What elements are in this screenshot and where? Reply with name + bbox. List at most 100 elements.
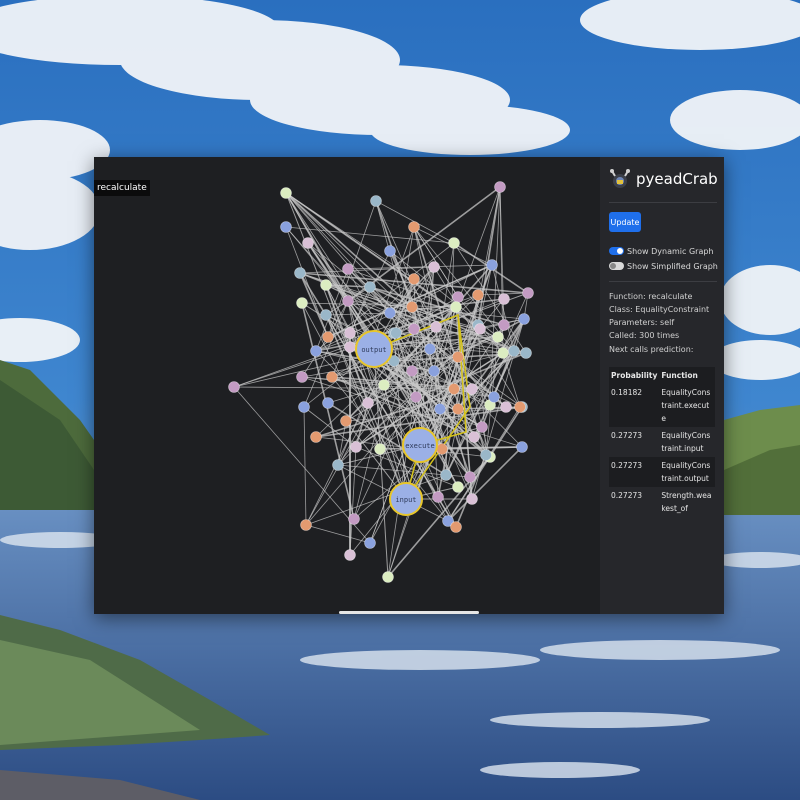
graph-node[interactable] (326, 371, 338, 383)
graph-node[interactable] (408, 273, 420, 285)
graph-node[interactable] (498, 319, 510, 331)
graph-node[interactable] (280, 187, 292, 199)
graph-node[interactable] (450, 521, 462, 533)
app-window: output execute input recalculate pyeadCrab… (94, 157, 724, 614)
graph-node[interactable] (384, 307, 396, 319)
graph-node[interactable] (516, 441, 528, 453)
graph-node[interactable] (390, 327, 402, 339)
graph-node[interactable] (428, 261, 440, 273)
graph-node[interactable] (466, 493, 478, 505)
call-graph-area[interactable]: output execute input recalculate (94, 157, 600, 614)
graph-node[interactable] (322, 331, 334, 343)
toggle-simplified-graph[interactable]: Show Simplified Graph (609, 260, 718, 272)
toggle-switch[interactable] (609, 247, 624, 255)
graph-node[interactable] (476, 421, 488, 433)
row-probability: 0.27273 (609, 427, 660, 457)
graph-edge (305, 524, 371, 544)
graph-node[interactable] (486, 259, 498, 271)
divider (609, 281, 717, 282)
graph-node[interactable] (384, 245, 396, 257)
graph-node[interactable] (480, 449, 492, 461)
graph-node[interactable] (348, 513, 360, 525)
graph-node[interactable] (344, 549, 356, 561)
graph-node[interactable] (342, 263, 354, 275)
graph-node[interactable] (520, 347, 532, 359)
graph-node[interactable] (518, 313, 530, 325)
graph-node[interactable] (522, 287, 534, 299)
graph-node[interactable] (296, 371, 308, 383)
graph-node[interactable] (374, 443, 386, 455)
graph-node[interactable] (466, 383, 478, 395)
graph-node[interactable] (280, 221, 292, 233)
graph-node[interactable] (452, 403, 464, 415)
graph-node[interactable] (320, 279, 332, 291)
graph-node[interactable] (424, 343, 436, 355)
graph-node[interactable] (298, 401, 310, 413)
graph-node[interactable] (406, 365, 418, 377)
graph-node[interactable] (350, 441, 362, 453)
graph-node[interactable] (320, 309, 332, 321)
brand: pyeadCrab (609, 167, 718, 191)
info-parameters: Parameters: self (609, 318, 675, 327)
toggle-switch[interactable] (609, 262, 624, 270)
graph-node[interactable] (362, 397, 374, 409)
graph-node[interactable] (370, 195, 382, 207)
graph-node[interactable] (322, 397, 334, 409)
graph-node[interactable] (498, 293, 510, 305)
toggle-dynamic-graph[interactable]: Show Dynamic Graph (609, 245, 714, 257)
graph-node[interactable] (364, 281, 376, 293)
graph-node[interactable] (344, 341, 356, 353)
graph-node[interactable] (432, 491, 444, 503)
info-class: Class: EqualityConstraint (609, 305, 710, 314)
graph-node[interactable] (450, 301, 462, 313)
graph-node[interactable] (448, 237, 460, 249)
graph-node[interactable] (382, 571, 394, 583)
graph-node[interactable] (300, 519, 312, 531)
table-row: 0.27273 EqualityConstraint.input (609, 427, 715, 457)
graph-node[interactable] (452, 481, 464, 493)
graph-node[interactable] (228, 381, 240, 393)
graph-node[interactable] (332, 459, 344, 471)
brand-title: pyeadCrab (636, 170, 718, 188)
graph-node[interactable] (440, 469, 452, 481)
graph-node[interactable] (310, 345, 322, 357)
graph-node[interactable] (514, 401, 526, 413)
graph-node[interactable] (406, 301, 418, 313)
graph-node[interactable] (342, 295, 354, 307)
graph-node[interactable] (474, 323, 486, 335)
update-button[interactable]: Update (609, 212, 641, 232)
graph-node[interactable] (378, 379, 390, 391)
graph-scrollbar[interactable] (339, 611, 479, 614)
graph-node[interactable] (302, 237, 314, 249)
graph-node[interactable] (452, 291, 464, 303)
graph-node[interactable] (488, 391, 500, 403)
toggle-label: Show Dynamic Graph (627, 246, 714, 256)
graph-node[interactable] (434, 403, 446, 415)
graph-node[interactable] (436, 443, 448, 455)
graph-node[interactable] (448, 383, 460, 395)
graph-node[interactable] (472, 289, 484, 301)
graph-node[interactable] (364, 537, 376, 549)
graph-node[interactable] (464, 471, 476, 483)
graph-node[interactable] (430, 321, 442, 333)
graph-node[interactable] (468, 431, 480, 443)
graph-node[interactable] (344, 327, 356, 339)
graph-node[interactable] (508, 345, 520, 357)
header-probability: Probability (609, 367, 660, 384)
graph-node[interactable] (492, 331, 504, 343)
graph-node[interactable] (500, 401, 512, 413)
graph-node[interactable] (408, 323, 420, 335)
info-function: Function: recalculate (609, 292, 693, 301)
graph-node[interactable] (494, 181, 506, 193)
graph-node[interactable] (294, 267, 306, 279)
row-function: EqualityConstraint.output (659, 457, 715, 487)
graph-node[interactable] (340, 415, 352, 427)
graph-node[interactable] (428, 365, 440, 377)
graph-node[interactable] (296, 297, 308, 309)
graph-node[interactable] (310, 431, 322, 443)
graph-node[interactable] (410, 391, 422, 403)
graph-node[interactable] (452, 351, 464, 363)
graph-node[interactable] (497, 347, 509, 359)
call-graph[interactable]: output execute input (94, 157, 600, 614)
graph-node[interactable] (408, 221, 420, 233)
